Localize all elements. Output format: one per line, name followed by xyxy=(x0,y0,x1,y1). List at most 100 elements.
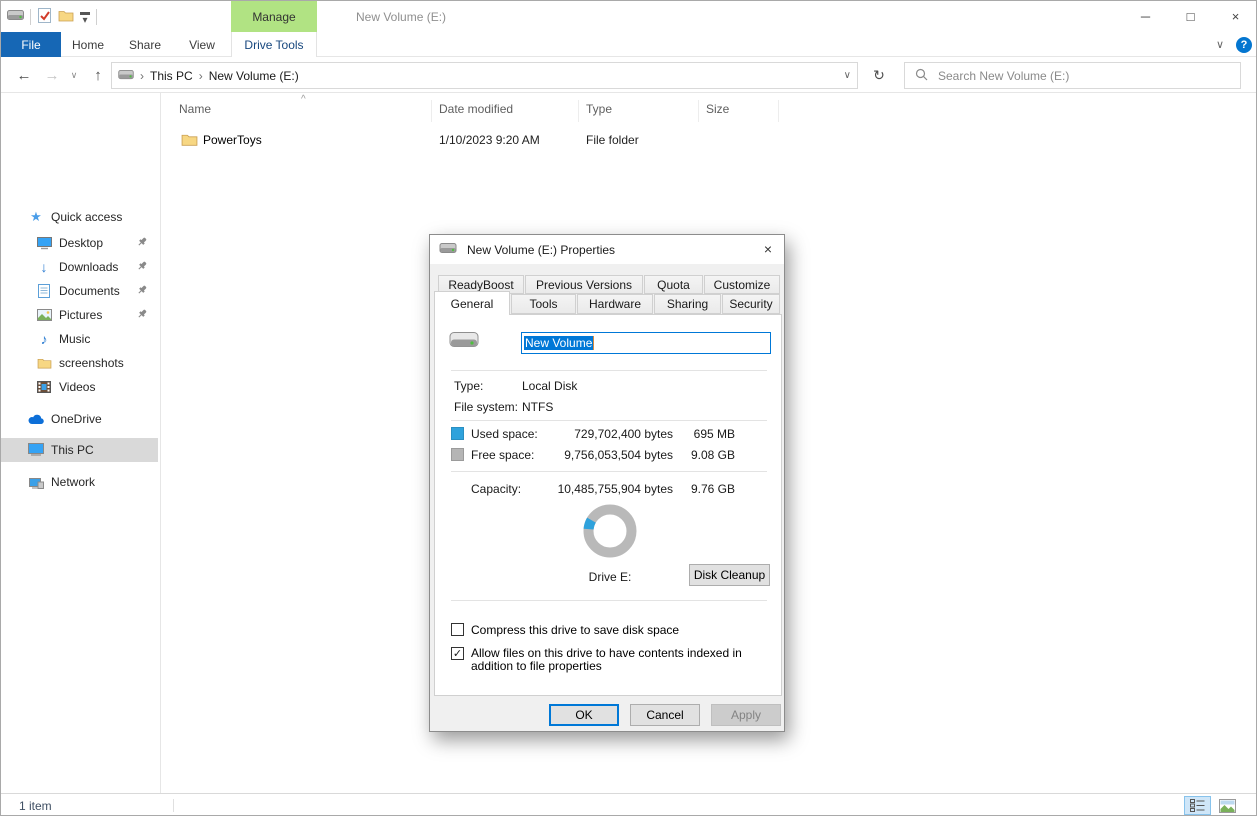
close-button[interactable]: × xyxy=(1213,1,1257,32)
sidebar-item-music[interactable]: ♪ Music xyxy=(1,327,158,351)
up-icon[interactable]: ↑ xyxy=(85,57,111,93)
tab-security[interactable]: Security xyxy=(722,294,780,314)
divider xyxy=(451,420,767,421)
pin-icon xyxy=(136,260,148,275)
dialog-title-bar[interactable]: New Volume (E:) Properties xyxy=(430,235,784,264)
new-folder-icon[interactable] xyxy=(58,9,74,25)
search-icon xyxy=(915,68,928,84)
tab-hardware[interactable]: Hardware xyxy=(577,294,653,314)
folder-icon xyxy=(181,132,198,150)
sidebar-item-this-pc[interactable]: This PC xyxy=(1,438,158,462)
tab-customize[interactable]: Customize xyxy=(704,275,780,294)
column-divider[interactable] xyxy=(431,100,432,122)
address-bar[interactable]: › This PC › New Volume (E:) ∨ xyxy=(111,62,858,89)
sort-ascending-icon[interactable]: ^ xyxy=(301,94,306,105)
window-title: New Volume (E:) xyxy=(356,1,446,32)
sidebar-item-network[interactable]: Network xyxy=(1,470,158,494)
compress-checkbox-label[interactable]: Compress this drive to save disk space xyxy=(471,624,771,637)
forward-icon[interactable]: → xyxy=(39,57,65,93)
minimize-button[interactable]: ─ xyxy=(1123,1,1168,32)
item-count: 1 item xyxy=(19,794,52,816)
sidebar-item-onedrive[interactable]: OneDrive xyxy=(1,407,158,431)
sidebar-item-desktop[interactable]: Desktop xyxy=(1,231,158,255)
pin-icon xyxy=(136,236,148,251)
column-divider[interactable] xyxy=(778,100,779,122)
type-label: Type: xyxy=(454,379,483,393)
index-checkbox-label[interactable]: Allow files on this drive to have conten… xyxy=(471,647,771,673)
breadcrumb-this-pc[interactable]: This PC xyxy=(150,69,193,83)
maximize-button[interactable]: □ xyxy=(1168,1,1213,32)
film-icon xyxy=(36,381,52,393)
dialog-close-icon[interactable]: × xyxy=(764,241,772,257)
tab-manage[interactable]: Manage xyxy=(231,1,317,32)
customize-qat-icon[interactable]: ▬▾ xyxy=(80,9,90,25)
apply-button[interactable]: Apply xyxy=(711,704,781,726)
star-icon: ★ xyxy=(28,209,44,225)
breadcrumb-chevron-icon: › xyxy=(140,69,144,83)
column-header-size[interactable]: Size xyxy=(706,102,729,116)
search-box[interactable]: Search New Volume (E:) xyxy=(904,62,1241,89)
ribbon-collapse-icon[interactable]: ∨ xyxy=(1216,38,1224,51)
refresh-icon[interactable]: ↻ xyxy=(863,62,895,89)
tab-drive-tools[interactable]: Drive Tools xyxy=(231,32,317,57)
sidebar-item-downloads[interactable]: ↓ Downloads xyxy=(1,255,158,279)
ribbon-right-controls: ∨ ? xyxy=(1216,32,1252,57)
tab-share[interactable]: Share xyxy=(119,32,171,57)
divider xyxy=(451,471,767,472)
free-space-bytes: 9,756,053,504 bytes xyxy=(543,448,673,462)
used-space-bytes: 729,702,400 bytes xyxy=(543,427,673,441)
recent-locations-icon[interactable]: ∨ xyxy=(65,57,83,93)
breadcrumb-new-volume[interactable]: New Volume (E:) xyxy=(209,69,299,83)
file-name[interactable]: PowerToys xyxy=(203,133,262,147)
free-space-human: 9.08 GB xyxy=(675,448,735,462)
sidebar-item-quick-access[interactable]: ★ Quick access xyxy=(1,205,158,229)
thumbnail-view-button[interactable] xyxy=(1214,796,1241,815)
column-header-date-modified[interactable]: Date modified xyxy=(439,102,513,116)
volume-label-input[interactable]: New Volume xyxy=(521,332,771,354)
tab-view[interactable]: View xyxy=(177,32,227,57)
compress-checkbox[interactable] xyxy=(451,623,464,636)
sidebar-item-documents[interactable]: Documents xyxy=(1,279,158,303)
sidebar-item-pictures[interactable]: Pictures xyxy=(1,303,158,327)
sidebar-item-screenshots[interactable]: screenshots xyxy=(1,351,158,375)
used-space-label: Used space: xyxy=(471,427,538,441)
details-view-button[interactable] xyxy=(1184,796,1211,815)
tab-sharing[interactable]: Sharing xyxy=(654,294,721,314)
free-space-swatch xyxy=(451,448,464,461)
drive-icon[interactable] xyxy=(7,10,24,24)
drive-icon xyxy=(118,69,134,83)
sidebar-item-videos[interactable]: Videos xyxy=(1,375,158,399)
tab-quota[interactable]: Quota xyxy=(644,275,703,294)
ok-button[interactable]: OK xyxy=(549,704,619,726)
help-icon[interactable]: ? xyxy=(1236,37,1252,53)
document-icon xyxy=(36,284,52,298)
properties-dialog: New Volume (E:) Properties × ReadyBoost … xyxy=(429,234,785,732)
tab-tools[interactable]: Tools xyxy=(511,294,576,314)
divider xyxy=(451,370,767,371)
type-value: Local Disk xyxy=(522,379,577,393)
tab-previous-versions[interactable]: Previous Versions xyxy=(525,275,643,294)
index-checkbox[interactable]: ✓ xyxy=(451,647,464,660)
cancel-button[interactable]: Cancel xyxy=(630,704,700,726)
address-dropdown-icon[interactable]: ∨ xyxy=(844,70,851,81)
search-placeholder: Search New Volume (E:) xyxy=(938,69,1069,83)
column-header-type[interactable]: Type xyxy=(586,102,612,116)
back-icon[interactable]: ← xyxy=(11,57,37,93)
disk-cleanup-button[interactable]: Disk Cleanup xyxy=(689,564,770,586)
tab-home[interactable]: Home xyxy=(63,32,113,57)
properties-icon[interactable] xyxy=(37,7,52,27)
navigation-bar: ← → ∨ ↑ › This PC › New Volume (E:) ∨ ↻ … xyxy=(1,57,1257,93)
column-header-name[interactable]: Name xyxy=(179,102,211,116)
column-divider[interactable] xyxy=(578,100,579,122)
divider xyxy=(451,600,767,601)
column-divider[interactable] xyxy=(698,100,699,122)
tab-general[interactable]: General xyxy=(434,291,510,315)
pin-icon xyxy=(136,284,148,299)
tab-file[interactable]: File xyxy=(1,32,61,57)
capacity-human: 9.76 GB xyxy=(675,482,735,496)
folder-icon xyxy=(36,357,52,369)
explorer-window: ▬▾ Manage New Volume (E:) ─ □ × File Hom… xyxy=(0,0,1257,816)
monitor-icon xyxy=(36,237,52,250)
drive-icon xyxy=(439,243,457,257)
separator xyxy=(173,799,174,812)
